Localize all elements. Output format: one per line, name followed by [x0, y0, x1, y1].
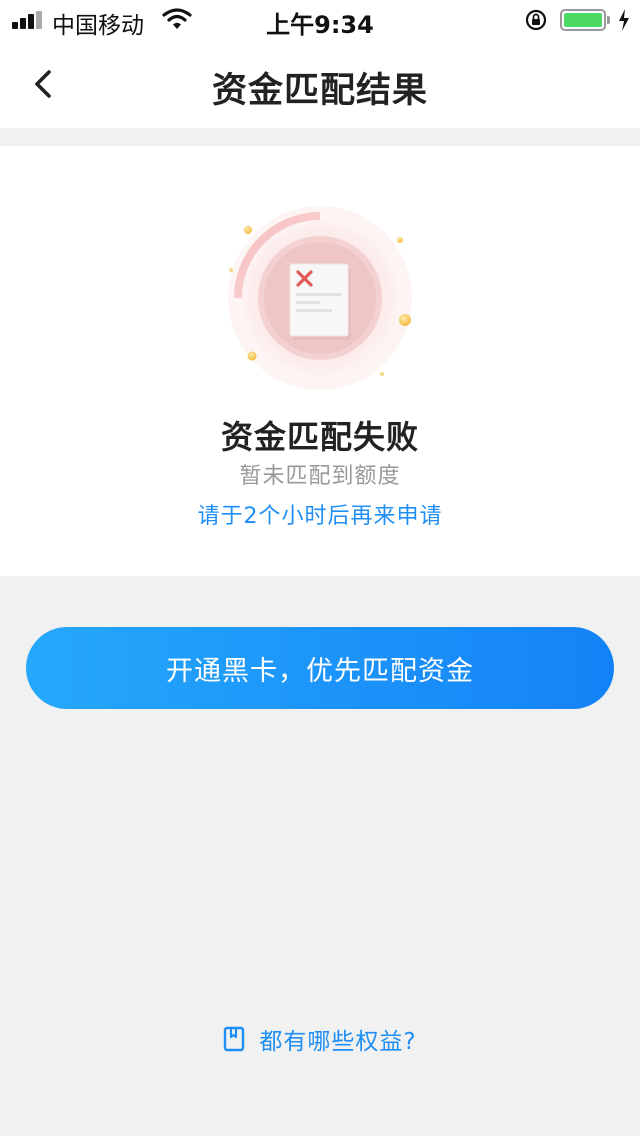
benefits-label: 都有哪些权益? [259, 1029, 417, 1055]
status-bar: 中国移动 上午9:34 [0, 0, 640, 40]
navigation-bar: 资金匹配结果 [0, 40, 640, 128]
result-card: 资金匹配失败 暂未匹配到额度 请于2个小时后再来申请 [0, 146, 640, 576]
result-subtitle: 暂未匹配到额度 [239, 464, 401, 489]
retry-hint: 请于2个小时后再来申请 [197, 504, 443, 529]
result-title: 资金匹配失败 [220, 418, 419, 456]
rotation-lock-icon [525, 9, 547, 31]
open-black-card-button[interactable]: 开通黑卡，优先匹配资金 [26, 627, 614, 709]
page-title: 资金匹配结果 [211, 71, 428, 111]
battery-tip [607, 16, 610, 24]
book-icon [224, 1026, 245, 1052]
charging-bolt-icon [619, 9, 629, 31]
battery-icon [560, 9, 606, 31]
benefits-link[interactable]: 都有哪些权益? [0, 1022, 640, 1058]
